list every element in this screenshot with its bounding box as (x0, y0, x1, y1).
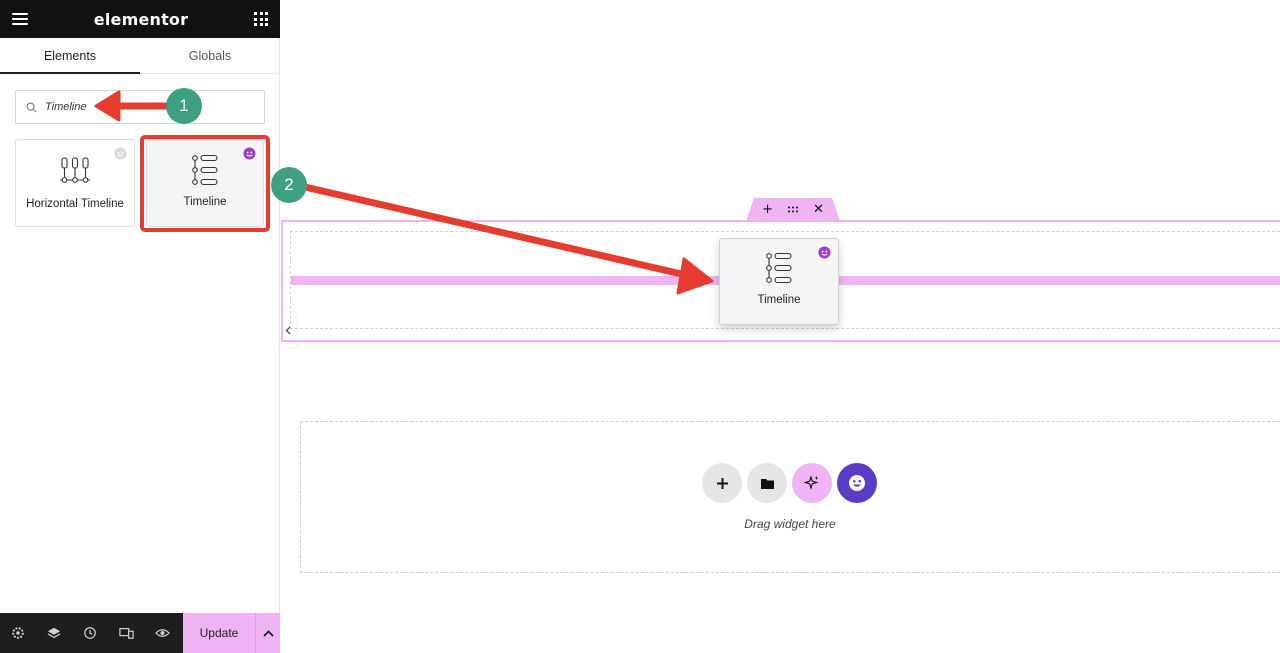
elements-panel: elementor Elements Globals Timeline Hori… (0, 0, 280, 653)
add-section-button[interactable] (702, 463, 742, 503)
widget-horizontal-timeline[interactable]: Horizontal Timeline (15, 139, 135, 227)
chevron-up-icon[interactable] (255, 613, 280, 653)
widget-label: Timeline (757, 294, 801, 306)
horizontal-timeline-icon (60, 157, 90, 183)
pro-kit-button[interactable] (837, 463, 877, 503)
add-icon[interactable]: + (762, 202, 773, 217)
timeline-icon (766, 252, 792, 284)
highlight-box (140, 135, 270, 232)
close-icon[interactable]: ✕ (813, 202, 824, 217)
folder-icon (760, 478, 774, 489)
history-icon[interactable] (72, 613, 108, 653)
panel-header: elementor (0, 0, 280, 38)
preview-icon[interactable] (144, 613, 180, 653)
layers-icon[interactable] (36, 613, 72, 653)
add-template-button[interactable] (747, 463, 787, 503)
tab-globals[interactable]: Globals (140, 38, 280, 73)
ai-button[interactable] (792, 463, 832, 503)
dragged-widget-timeline[interactable]: Timeline (719, 238, 839, 325)
section-toolbar: + ✕ (746, 198, 840, 221)
drop-zone-hint: Drag widget here (744, 517, 836, 531)
panel-tabs: Elements Globals (0, 38, 280, 74)
drag-icon[interactable] (787, 206, 799, 213)
widgets-grid-icon[interactable] (254, 12, 268, 26)
search-box (15, 90, 265, 124)
smiley-icon (849, 475, 865, 491)
search-icon (26, 102, 37, 112)
step-callout-2: 2 (271, 167, 307, 203)
pro-badge-icon (818, 246, 831, 259)
plus-icon (716, 477, 728, 489)
step-callout-1: 1 (166, 88, 202, 124)
brand-logo: elementor (93, 9, 189, 29)
sparkle-icon (804, 475, 819, 490)
panel-footer: Update (0, 613, 280, 653)
settings-icon[interactable] (0, 613, 36, 653)
responsive-icon[interactable] (108, 613, 144, 653)
pro-badge-icon (114, 147, 127, 160)
tab-elements[interactable]: Elements (0, 38, 140, 74)
drop-zone-actions (702, 463, 877, 503)
widget-label: Horizontal Timeline (26, 198, 124, 210)
update-button[interactable]: Update (183, 613, 255, 653)
menu-icon[interactable] (12, 13, 28, 25)
